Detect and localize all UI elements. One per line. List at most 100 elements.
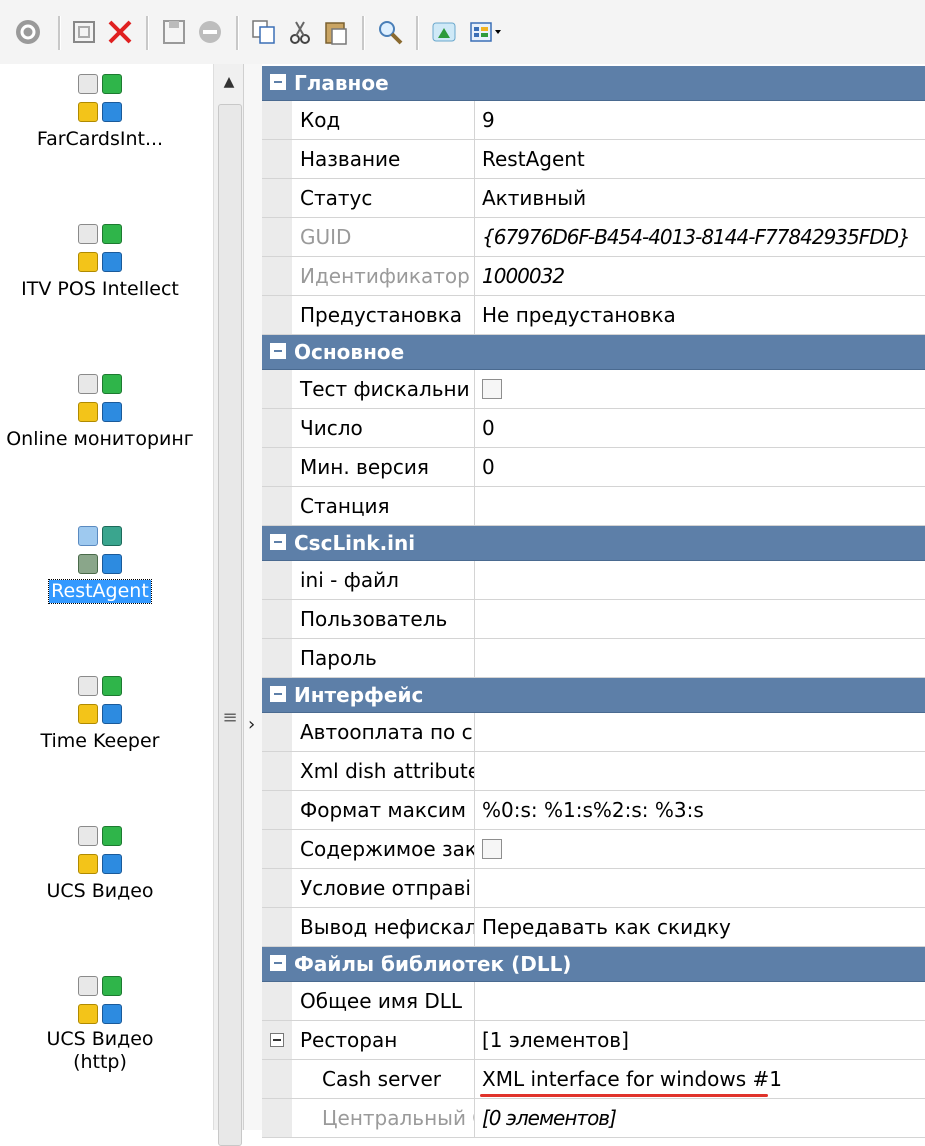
collapse-icon[interactable] (270, 534, 286, 550)
property-value[interactable]: RestAgent (476, 140, 925, 178)
property-name: Центральный Оф (292, 1099, 475, 1137)
toolbar-separator (362, 16, 365, 50)
scroll-thumb[interactable]: ≡ (218, 104, 242, 1146)
cut-icon[interactable] (286, 18, 314, 46)
property-name: Общее имя DLL (292, 982, 475, 1020)
module-item[interactable]: UCS Видео (0, 826, 200, 903)
property-row: Центральный Оф [0 элементов] (262, 1099, 925, 1138)
panel-splitter[interactable]: › (243, 64, 262, 1130)
property-name: Xml dish attributes (292, 752, 475, 790)
module-list-scrollbar[interactable]: ▲ ≡ (213, 64, 244, 1146)
property-row[interactable]: Ресторан [1 элементов] (262, 1021, 925, 1060)
paste-icon[interactable] (322, 18, 350, 46)
property-value[interactable]: Активный (476, 179, 925, 217)
property-name: Содержимое зак (292, 830, 475, 868)
property-name: Ресторан (262, 1021, 475, 1059)
cancel-icon[interactable] (196, 18, 224, 46)
property-grid: Главное Код 9 Название RestAgent Статус … (262, 66, 925, 1138)
collapse-icon[interactable] (270, 343, 286, 359)
property-name: Cash server (292, 1060, 475, 1098)
property-value[interactable] (476, 713, 925, 751)
module-icon (76, 826, 124, 878)
module-label: RestAgent (48, 579, 152, 604)
property-value: {67976D6F-B454-4013-8144-F77842935FDD} (482, 225, 911, 249)
delete-icon[interactable] (106, 18, 134, 46)
copy-icon[interactable] (250, 18, 278, 46)
property-value[interactable]: XML interface for windows #1 (476, 1060, 925, 1098)
property-value[interactable]: 0 (476, 448, 925, 486)
category-interface[interactable]: Интерфейс (262, 678, 925, 713)
filter-icon[interactable] (430, 18, 458, 46)
category-basic[interactable]: Основное (262, 335, 925, 370)
search-icon[interactable] (376, 18, 404, 46)
property-row[interactable]: Общее имя DLL (262, 982, 925, 1021)
property-row[interactable]: Код 9 (262, 101, 925, 140)
property-value[interactable]: 9 (476, 101, 925, 139)
property-value: [0 элементов] (482, 1106, 617, 1130)
property-name: Пароль (292, 639, 475, 677)
grip-icon: ≡ (222, 707, 238, 728)
collapse-arrow-icon[interactable]: › (248, 714, 255, 735)
module-item[interactable]: Time Keeper (0, 676, 200, 753)
property-value[interactable] (476, 752, 925, 790)
collapse-icon[interactable] (270, 955, 286, 971)
category-dll[interactable]: Файлы библиотек (DLL) (262, 947, 925, 982)
module-item[interactable]: UCS Видео (http) (0, 976, 200, 1074)
new-item-icon[interactable] (70, 18, 98, 46)
collapse-icon[interactable] (270, 686, 286, 702)
module-item-selected[interactable]: RestAgent (0, 526, 200, 604)
view-dropdown-icon[interactable] (468, 18, 506, 46)
category-title: CscLink.ini (294, 531, 416, 555)
property-value[interactable]: Не предустановка (476, 296, 925, 334)
scroll-up-arrow-icon[interactable]: ▲ (214, 74, 244, 90)
property-row[interactable]: Содержимое зак (262, 830, 925, 869)
module-icon (76, 976, 124, 1028)
property-row: Идентификатор 1000032 (262, 257, 925, 296)
collapse-icon[interactable] (270, 74, 286, 90)
module-item[interactable]: ITV POS Intellect (0, 224, 200, 301)
category-csclink[interactable]: CscLink.ini (262, 526, 925, 561)
property-name: Код (292, 101, 475, 139)
property-row[interactable]: Мин. версия 0 (262, 448, 925, 487)
property-row[interactable]: Тест фискальни (262, 370, 925, 409)
property-row[interactable]: Условие отправі (262, 869, 925, 908)
property-row[interactable]: Автооплата по с (262, 713, 925, 752)
property-name: Мин. версия (292, 448, 475, 486)
refresh-icon[interactable] (14, 18, 42, 46)
property-value[interactable] (476, 869, 925, 907)
property-row[interactable]: Статус Активный (262, 179, 925, 218)
property-value[interactable] (476, 982, 925, 1020)
toolbar-separator (146, 16, 149, 50)
module-item[interactable]: FarCardsInt... (0, 74, 200, 151)
module-item[interactable]: Online мониторинг (0, 374, 200, 451)
test-fiscal-checkbox[interactable] (482, 378, 502, 399)
property-row[interactable]: Название RestAgent (262, 140, 925, 179)
property-value[interactable]: 0 (476, 409, 925, 447)
property-name: Автооплата по с (292, 713, 475, 751)
property-value[interactable] (476, 600, 925, 638)
property-value[interactable] (476, 561, 925, 599)
category-main[interactable]: Главное (262, 66, 925, 101)
property-name: Станция (292, 487, 475, 525)
property-row[interactable]: ini - файл (262, 561, 925, 600)
property-row[interactable]: Вывод нефискал Передавать как скидку (262, 908, 925, 947)
property-row[interactable]: Xml dish attributes (262, 752, 925, 791)
content-checkbox[interactable] (482, 838, 502, 859)
annotation-underline (480, 1094, 768, 1097)
property-row[interactable]: Число 0 (262, 409, 925, 448)
property-row[interactable]: Пароль (262, 639, 925, 678)
property-name: ini - файл (292, 561, 475, 599)
property-row[interactable]: Станция (262, 487, 925, 526)
property-value[interactable] (476, 487, 925, 525)
property-value[interactable]: %0:s: %1:s%2:s: %3:s (476, 791, 925, 829)
property-value[interactable]: [1 элементов] (476, 1021, 925, 1059)
property-row[interactable]: Формат максим %0:s: %1:s%2:s: %3:s (262, 791, 925, 830)
property-value[interactable]: Передавать как скидку (476, 908, 925, 946)
property-row[interactable]: Предустановка Не предустановка (262, 296, 925, 335)
module-icon (76, 526, 124, 578)
property-row[interactable]: Пользователь (262, 600, 925, 639)
save-icon[interactable] (160, 18, 188, 46)
module-label: Online мониторинг (6, 428, 194, 450)
property-value: 1000032 (482, 264, 565, 288)
property-value[interactable] (476, 639, 925, 677)
